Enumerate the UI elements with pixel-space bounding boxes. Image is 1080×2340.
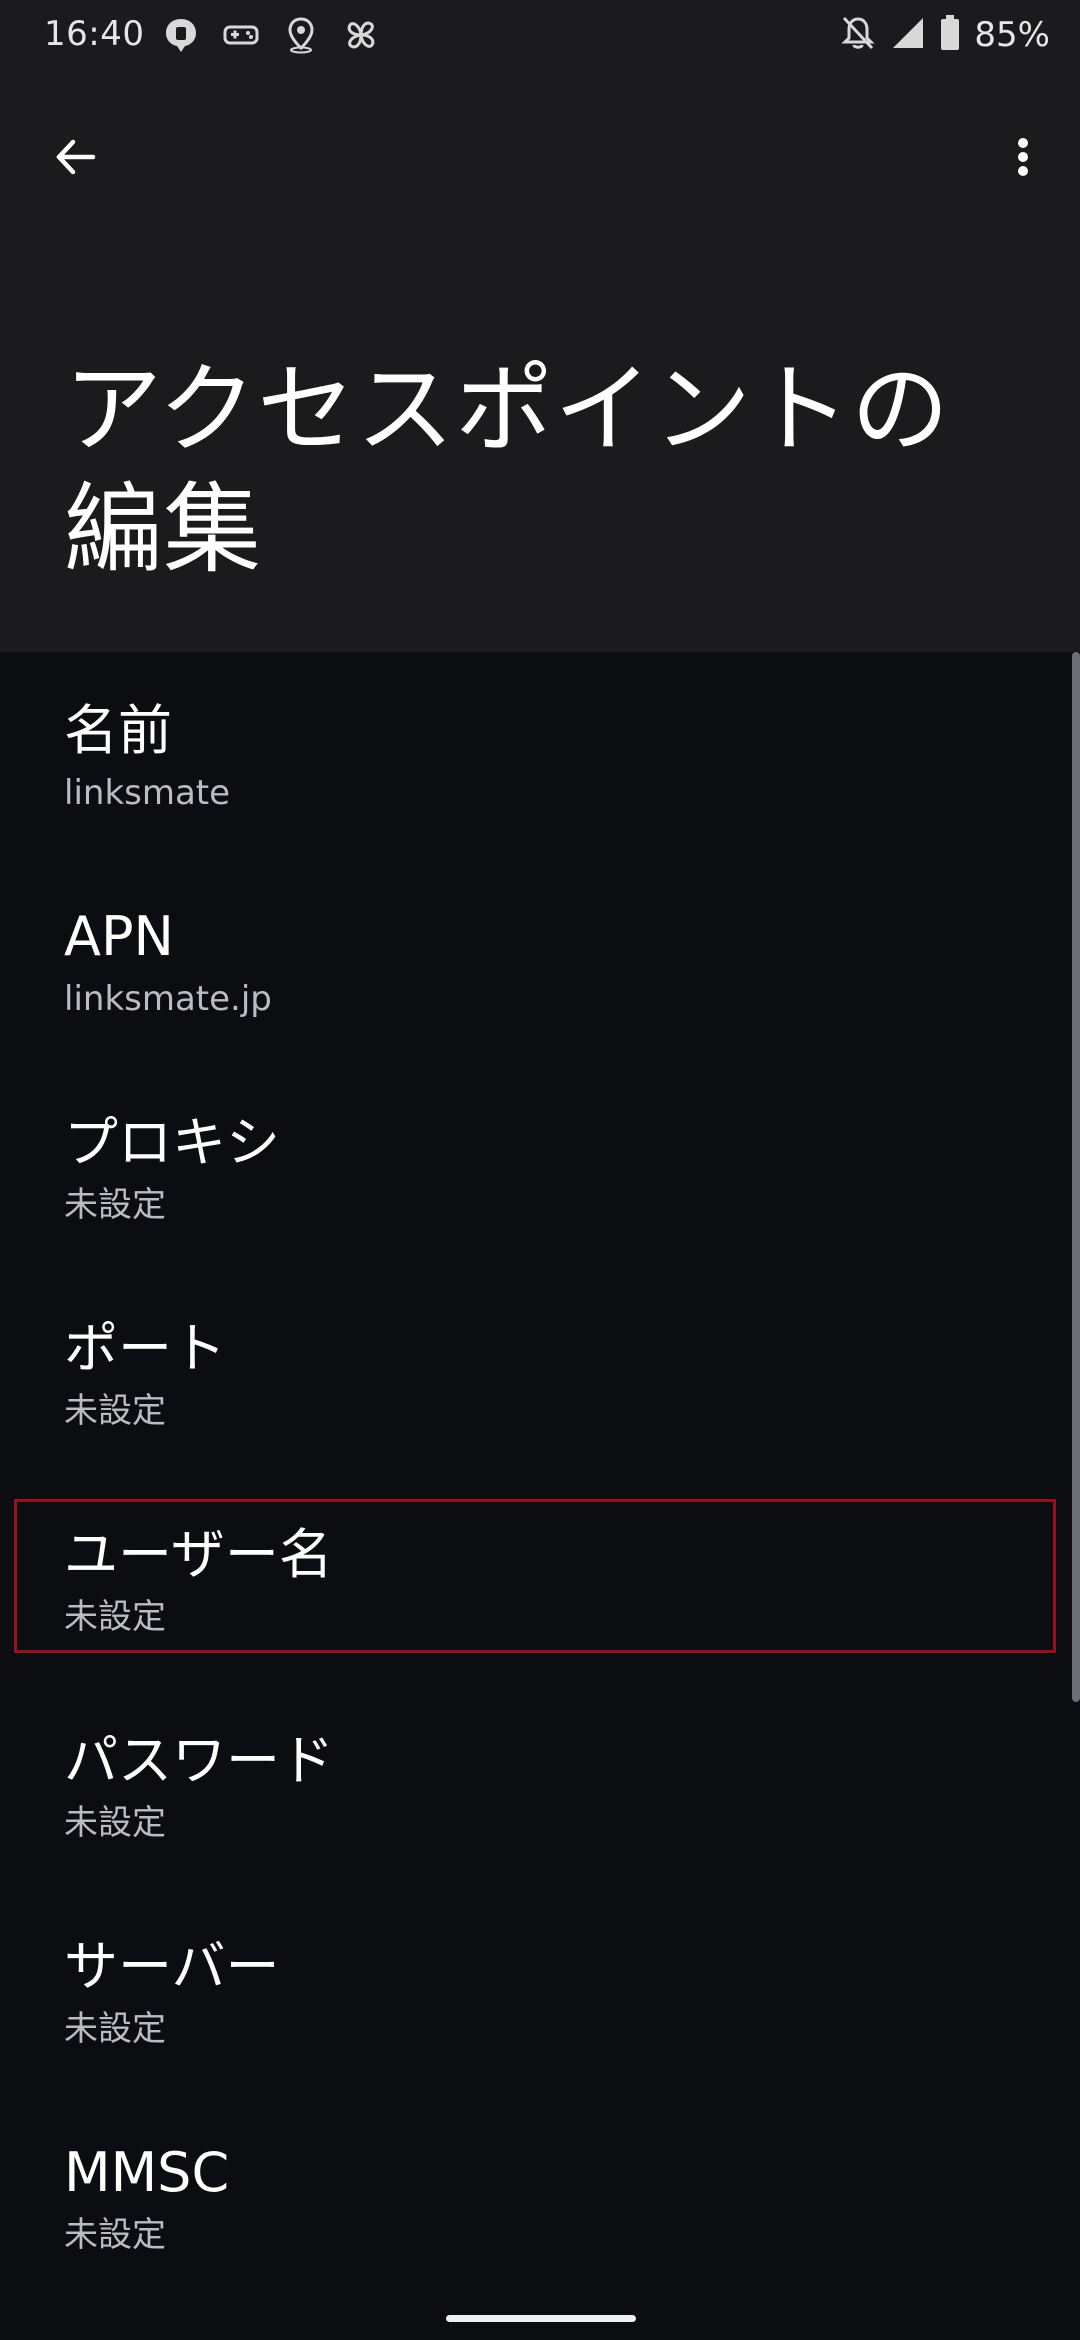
- setting-value: 未設定: [64, 1597, 166, 1637]
- setting-title: MMSC: [64, 2141, 230, 2204]
- setting-value: 未設定: [64, 2215, 166, 2255]
- status-bar: 16:40 85%: [0, 0, 1080, 74]
- gesture-nav-bar[interactable]: [446, 2315, 636, 2322]
- setting-value: linksmate.jp: [64, 979, 272, 1019]
- setting-value: linksmate: [64, 773, 231, 813]
- setting-title: サーバー: [64, 1935, 280, 1998]
- setting-title: ユーザー名: [64, 1523, 333, 1586]
- apn-settings-list: 名前 linksmate APN linksmate.jp プロキシ 未設定 ポ…: [0, 652, 1080, 2300]
- app-bar: アクセスポイントの編集: [0, 74, 1080, 652]
- arrow-back-icon: [51, 133, 99, 185]
- setting-value: 未設定: [64, 1391, 166, 1431]
- game-controller-icon: [222, 16, 260, 54]
- setting-value: 未設定: [64, 1803, 166, 1843]
- setting-username[interactable]: ユーザー名 未設定: [0, 1476, 1080, 1682]
- setting-title: ポート: [64, 1317, 226, 1380]
- setting-value: 未設定: [64, 1185, 166, 1225]
- setting-password[interactable]: パスワード 未設定: [0, 1682, 1080, 1888]
- status-notification-icons: [162, 16, 380, 54]
- setting-title: プロキシ: [64, 1111, 280, 1174]
- setting-title: 名前: [64, 699, 172, 762]
- setting-proxy[interactable]: プロキシ 未設定: [0, 1064, 1080, 1270]
- setting-title: APN: [64, 905, 174, 968]
- battery-icon: [940, 14, 960, 56]
- more-options-button[interactable]: [978, 114, 1068, 204]
- pinwheel-icon: [342, 16, 380, 54]
- setting-port[interactable]: ポート 未設定: [0, 1270, 1080, 1476]
- setting-value: 未設定: [64, 2009, 166, 2049]
- back-button[interactable]: [30, 114, 120, 204]
- setting-mmsc[interactable]: MMSC 未設定: [0, 2094, 1080, 2300]
- battery-percent: 85%: [974, 15, 1050, 55]
- scrollbar[interactable]: [1072, 652, 1080, 1702]
- location-pin-icon: [282, 16, 320, 54]
- message-bubble-icon: [162, 16, 200, 54]
- page-title: アクセスポイントの編集: [64, 353, 951, 587]
- setting-server[interactable]: サーバー 未設定: [0, 1888, 1080, 2094]
- setting-name[interactable]: 名前 linksmate: [0, 652, 1080, 858]
- more-vert-icon: [1013, 133, 1033, 185]
- status-time: 16:40: [44, 14, 145, 54]
- notifications-off-icon: [840, 14, 876, 56]
- setting-apn[interactable]: APN linksmate.jp: [0, 858, 1080, 1064]
- setting-title: パスワード: [64, 1729, 334, 1792]
- status-system-icons: 85%: [840, 14, 1050, 56]
- signal-icon: [890, 15, 926, 55]
